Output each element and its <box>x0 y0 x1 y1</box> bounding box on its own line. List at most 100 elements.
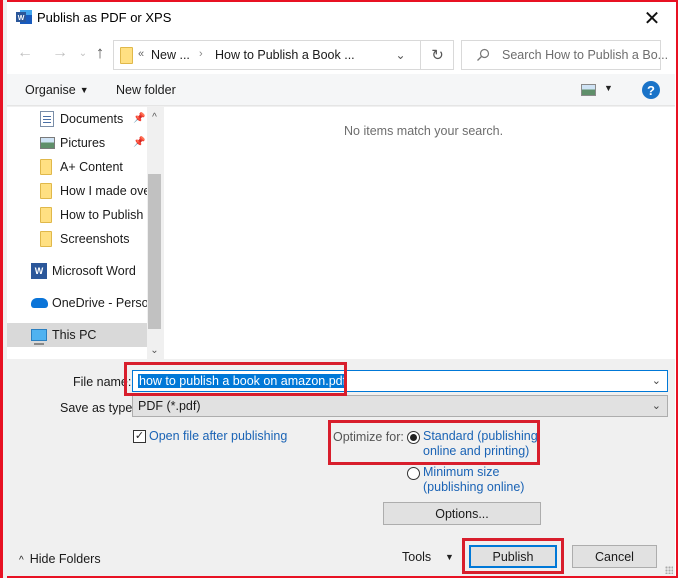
resize-grip[interactable] <box>665 566 673 574</box>
optimize-standard-line2: online and printing) <box>423 444 530 458</box>
documents-icon <box>40 111 54 127</box>
search-input[interactable]: Search How to Publish a Bo... <box>461 40 668 70</box>
search-icon <box>477 48 490 61</box>
sidebar-item-how-to-publish[interactable]: How to Publish a <box>7 203 147 227</box>
breadcrumb-new[interactable]: New ... <box>151 48 190 62</box>
chevron-down-icon: ⌄ <box>395 48 406 62</box>
optimize-standard-line1: Standard (publishing <box>423 429 538 443</box>
view-options-caret-icon[interactable]: ▼ <box>604 83 613 93</box>
forward-button[interactable]: → <box>49 42 71 64</box>
chevron-up-icon: ^ <box>152 111 157 123</box>
cancel-button[interactable]: Cancel <box>572 545 657 568</box>
hide-folders-button[interactable]: ^ Hide Folders <box>19 552 101 566</box>
up-button[interactable]: ↑ <box>89 42 111 64</box>
sidebar-item-label: How to Publish a <box>60 208 147 222</box>
back-button[interactable]: ← <box>14 42 36 64</box>
optimize-minimum-label[interactable]: Minimum size (publishing online) <box>423 465 524 495</box>
svg-text:W: W <box>18 15 25 22</box>
address-bar[interactable]: « New ... › How to Publish a Book ... ⌄ … <box>113 40 454 70</box>
optimize-minimum-line2: (publishing online) <box>423 480 525 494</box>
arrow-up-icon: ↑ <box>95 43 105 62</box>
chevron-up-icon: ^ <box>19 555 24 566</box>
pin-icon: 📌 <box>133 137 146 148</box>
arrow-left-icon: ← <box>17 44 33 61</box>
publish-dialog: W Publish as PDF or XPS ✕ ← → ⌄ ↑ « New … <box>7 2 675 576</box>
chevron-down-icon: ⌄ <box>651 400 661 412</box>
pictures-icon <box>40 137 55 149</box>
open-after-publishing-label[interactable]: Open file after publishing <box>149 429 287 443</box>
onedrive-icon <box>31 298 48 308</box>
save-as-type-value: PDF (*.pdf) <box>138 399 201 413</box>
arrow-right-icon: → <box>52 44 68 61</box>
sidebar-item-how-i-made-over[interactable]: How I made over <box>7 179 147 203</box>
help-icon: ? <box>647 82 655 98</box>
word-icon: W <box>31 263 47 279</box>
folder-icon <box>40 207 52 223</box>
overflow-chevron-icon[interactable]: « <box>138 48 144 60</box>
file-name-value: how to publish a book on amazon.pdf <box>138 374 348 388</box>
pin-icon: 📌 <box>133 113 146 124</box>
sidebar-item-documents[interactable]: Documents 📌 <box>7 107 147 131</box>
sidebar-item-label: Microsoft Word <box>52 264 136 278</box>
folder-icon <box>40 159 52 175</box>
search-placeholder: Search How to Publish a Bo... <box>502 48 669 62</box>
sidebar-item-pictures[interactable]: Pictures 📌 <box>7 131 147 155</box>
save-as-type-select[interactable]: PDF (*.pdf) ⌄ <box>132 395 668 417</box>
sidebar-item-onedrive[interactable]: OneDrive - Personal <box>7 291 147 315</box>
change-view-icon[interactable] <box>581 84 596 96</box>
optimize-for-label: Optimize for: <box>333 430 404 444</box>
scroll-up-button[interactable]: ^ <box>147 110 162 124</box>
dialog-title: Publish as PDF or XPS <box>37 10 172 25</box>
help-button[interactable]: ? <box>642 81 660 99</box>
refresh-button[interactable]: ↻ <box>421 41 454 69</box>
chevron-down-icon: ⌄ <box>78 47 88 59</box>
file-list-pane[interactable]: No items match your search. <box>164 107 675 359</box>
open-after-publishing-checkbox[interactable]: ✓ <box>133 430 146 443</box>
save-options-panel: File name: how to publish a book on amaz… <box>7 360 675 576</box>
publish-button[interactable]: Publish <box>469 545 557 568</box>
breadcrumb-separator-icon[interactable]: › <box>199 48 203 60</box>
folder-icon <box>40 231 52 247</box>
new-folder-button[interactable]: New folder <box>116 83 176 97</box>
optimize-minimum-radio[interactable] <box>407 467 420 480</box>
options-button[interactable]: Options... <box>383 502 541 525</box>
navigation-pane: Documents 📌 Pictures 📌 A+ Content How I … <box>7 107 162 359</box>
sidebar-item-this-pc[interactable]: This PC <box>7 323 147 347</box>
sidebar-item-label: Screenshots <box>60 232 130 246</box>
hide-folders-label: Hide Folders <box>29 552 101 566</box>
optimize-standard-radio[interactable] <box>407 431 420 444</box>
file-name-field[interactable]: how to publish a book on amazon.pdf ⌄ <box>132 370 668 392</box>
save-as-type-label: Save as type: <box>60 401 136 415</box>
close-button[interactable]: ✕ <box>629 2 675 34</box>
scroll-thumb[interactable] <box>148 174 161 329</box>
title-bar: W Publish as PDF or XPS ✕ <box>7 2 675 34</box>
checkmark-icon: ✓ <box>134 430 145 442</box>
optimize-standard-label[interactable]: Standard (publishing online and printing… <box>423 429 538 459</box>
address-dropdown-button[interactable]: ⌄ <box>381 41 421 69</box>
chevron-down-icon[interactable]: ⌄ <box>652 374 661 387</box>
scroll-down-button[interactable]: ⌄ <box>147 343 162 357</box>
folder-icon <box>120 47 133 64</box>
close-icon: ✕ <box>643 7 661 30</box>
computer-icon <box>31 329 47 345</box>
chevron-down-icon: ⌄ <box>150 344 159 356</box>
caret-down-icon: ▼ <box>79 85 89 95</box>
sidebar-item-label: OneDrive - Personal <box>52 296 147 310</box>
breadcrumb-current-folder[interactable]: How to Publish a Book ... <box>215 48 355 62</box>
organise-label: Organise <box>25 83 76 97</box>
refresh-icon: ↻ <box>431 47 444 64</box>
caret-down-icon[interactable]: ▼ <box>445 552 454 562</box>
word-app-icon: W <box>16 10 32 24</box>
navigation-pane-scrollbar[interactable]: ^ ⌄ <box>147 107 162 359</box>
sidebar-item-a-plus-content[interactable]: A+ Content <box>7 155 147 179</box>
command-toolbar: Organise ▼ New folder ▼ ? <box>7 74 675 106</box>
sidebar-item-label: A+ Content <box>60 160 123 174</box>
tools-menu-button[interactable]: Tools <box>402 550 431 564</box>
sidebar-item-microsoft-word[interactable]: W Microsoft Word <box>7 259 147 283</box>
optimize-minimum-line1: Minimum size <box>423 465 500 479</box>
sidebar-item-screenshots[interactable]: Screenshots <box>7 227 147 251</box>
sidebar-item-label: This PC <box>52 328 97 342</box>
empty-results-message: No items match your search. <box>344 124 504 138</box>
file-name-label: File name: <box>73 375 132 389</box>
organise-menu-button[interactable]: Organise ▼ <box>25 83 89 97</box>
